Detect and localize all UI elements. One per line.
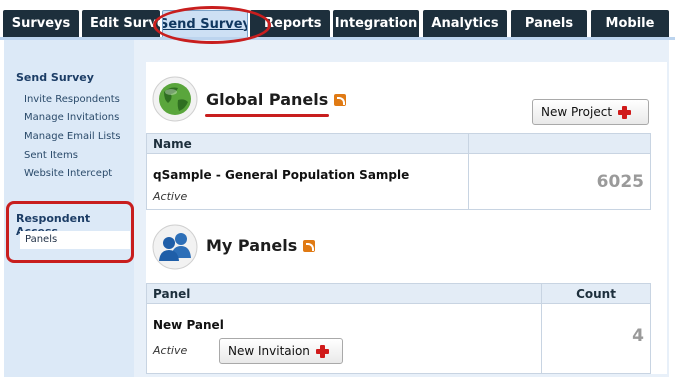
tab-label: Surveys xyxy=(11,16,71,31)
tab-panels[interactable]: Panels xyxy=(511,10,587,37)
send-survey-highlight xyxy=(153,6,271,44)
panel-name-cell: New Panel Active New Invitaion xyxy=(146,303,542,374)
panel-status: Active xyxy=(153,344,188,357)
respondent-access-highlight xyxy=(6,201,134,263)
rss-icon[interactable] xyxy=(303,240,316,252)
tab-analytics[interactable]: Analytics xyxy=(423,10,507,37)
global-panels-underline xyxy=(205,114,329,117)
global-panels-table: Name qSample - General Population Sample… xyxy=(146,133,651,210)
tab-label: Reports xyxy=(264,16,322,31)
panel-count: 6025 xyxy=(596,172,644,192)
tab-mobile[interactable]: Mobile xyxy=(591,10,669,37)
tab-label: Integration xyxy=(334,16,418,31)
sidebar-item-website-intercept[interactable]: Website Intercept xyxy=(24,168,112,179)
globe-icon xyxy=(152,76,198,122)
people-icon xyxy=(152,224,198,270)
sidebar-item-manage-email-lists[interactable]: Manage Email Lists xyxy=(24,131,121,142)
column-header-count xyxy=(468,133,651,154)
table-header-row: Panel Count xyxy=(146,283,651,304)
table-header-row: Name xyxy=(146,133,651,154)
tab-surveys[interactable]: Surveys xyxy=(3,10,79,37)
table-row[interactable]: New Panel Active New Invitaion 4 xyxy=(146,303,651,374)
global-panels-heading: Global Panels xyxy=(206,90,347,109)
my-panels-heading: My Panels xyxy=(206,236,316,255)
table-row[interactable]: qSample - General Population Sample Acti… xyxy=(146,153,651,210)
tab-edit-survey[interactable]: Edit Survey xyxy=(82,10,160,37)
new-project-button[interactable]: New Project xyxy=(532,99,649,125)
add-icon xyxy=(315,344,329,358)
add-icon xyxy=(618,105,632,119)
sidebar-title-send-survey: Send Survey xyxy=(16,71,94,84)
panel-name[interactable]: qSample - General Population Sample xyxy=(153,168,462,182)
global-panels-title: Global Panels xyxy=(206,90,329,109)
panel-name-cell: qSample - General Population Sample Acti… xyxy=(146,153,469,210)
new-project-label: New Project xyxy=(541,105,613,119)
sidebar-item-manage-invitations[interactable]: Manage Invitations xyxy=(24,112,119,123)
my-panels-title: My Panels xyxy=(206,236,298,255)
panel-count-cell: 6025 xyxy=(468,153,651,210)
sidebar-item-sent-items[interactable]: Sent Items xyxy=(24,150,78,161)
panel-name[interactable]: New Panel xyxy=(153,318,535,332)
main-content: Global Panels New Project Name qSample -… xyxy=(134,40,669,377)
tab-label: Mobile xyxy=(605,16,655,31)
tab-label: Analytics xyxy=(431,16,499,31)
panel-status: Active xyxy=(153,190,188,203)
new-invitation-button[interactable]: New Invitaion xyxy=(219,338,343,364)
panel-count-cell: 4 xyxy=(541,303,651,374)
sidebar-item-invite-respondents[interactable]: Invite Respondents xyxy=(24,94,120,105)
column-header-panel: Panel xyxy=(146,283,542,304)
column-header-count: Count xyxy=(541,283,651,304)
tab-label: Panels xyxy=(524,16,574,31)
rss-icon[interactable] xyxy=(334,94,347,106)
new-invitation-label: New Invitaion xyxy=(228,344,310,358)
tab-label: Edit Survey xyxy=(90,16,160,31)
tab-integration[interactable]: Integration xyxy=(333,10,419,37)
panel-count: 4 xyxy=(632,326,644,346)
column-header-name: Name xyxy=(146,133,469,154)
top-nav: Surveys Edit Survey Send Survey Reports … xyxy=(0,0,675,38)
my-panels-table: Panel Count New Panel Active New Invitai… xyxy=(146,283,651,374)
